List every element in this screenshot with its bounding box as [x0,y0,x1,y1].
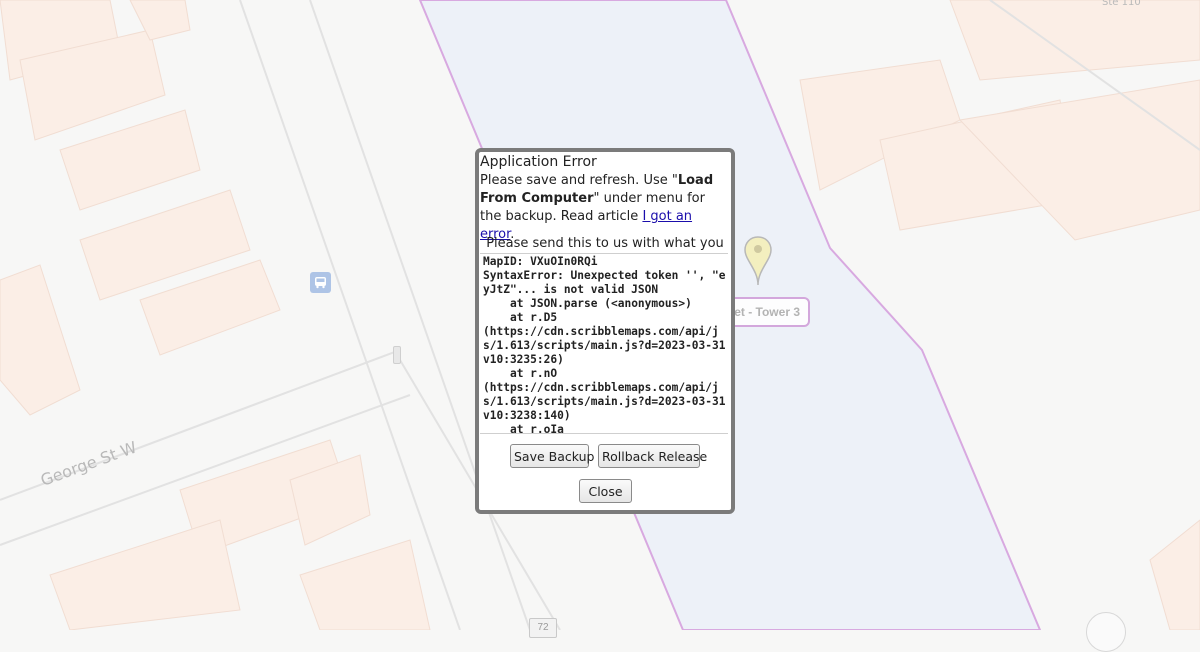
bus-stop-icon[interactable] [310,272,331,293]
send-note: Please send this to us with what you [486,236,724,251]
bus-glyph [315,277,326,289]
dialog-title: Application Error [480,154,597,170]
error-trace-box[interactable]: MapID: VXuOIn0RQi SyntaxError: Unexpecte… [480,253,728,434]
dialog-message: Please save and refresh. Use "Load From … [480,172,728,244]
close-button[interactable]: Close [579,479,632,503]
rollback-release-button[interactable]: Rollback Release [598,444,707,468]
map-control[interactable] [1086,612,1126,652]
application-error-dialog: Application Error Please save and refres… [475,148,735,514]
save-backup-button[interactable]: Save Backup [510,444,594,468]
error-trace: MapID: VXuOIn0RQi SyntaxError: Unexpecte… [483,255,726,434]
route-shield: 72 [529,618,557,638]
map-marker-icon[interactable] [744,236,772,286]
message-text: Please save and refresh. Use " [480,173,678,188]
suite-label: Ste 110 [1102,0,1141,8]
traffic-light-icon [393,346,401,364]
